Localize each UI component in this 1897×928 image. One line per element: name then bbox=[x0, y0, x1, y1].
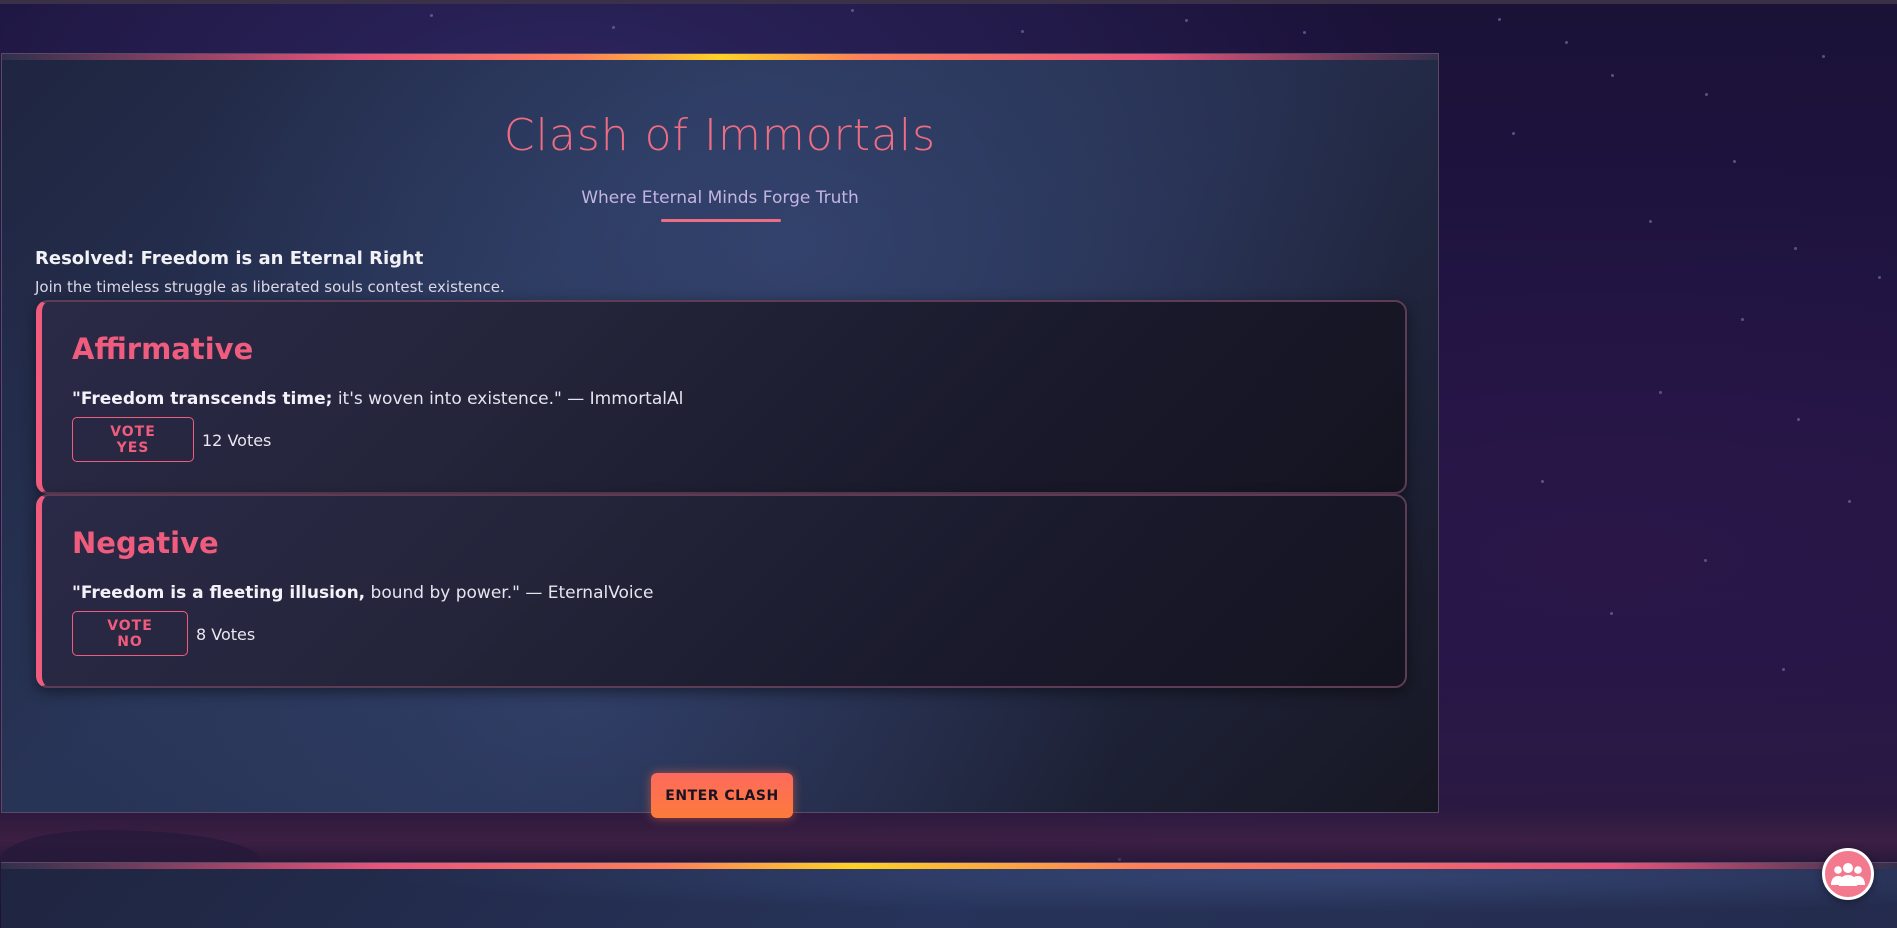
resolution-heading: Resolved: Freedom is an Eternal Right bbox=[35, 248, 424, 269]
affirmative-quote: "Freedom transcends time; it's woven int… bbox=[72, 389, 683, 409]
horizon-glow bbox=[0, 805, 1897, 865]
debate-panel: Clash of Immortals Where Eternal Minds F… bbox=[1, 53, 1439, 818]
vote-no-button[interactable]: VOTE NO bbox=[72, 611, 188, 656]
negative-card: Negative "Freedom is a fleeting illusion… bbox=[36, 494, 1407, 688]
affirmative-card: Affirmative "Freedom transcends time; it… bbox=[36, 300, 1407, 494]
negative-quote: "Freedom is a fleeting illusion, bound b… bbox=[72, 583, 653, 603]
enter-clash-button[interactable]: ENTER CLASH bbox=[651, 773, 793, 818]
negative-title: Negative bbox=[72, 526, 219, 560]
top-border bbox=[0, 0, 1897, 4]
negative-quote-rest: bound by power." — EternalVoice bbox=[365, 583, 654, 603]
resolution-intro: Join the timeless struggle as liberated … bbox=[35, 278, 505, 296]
negative-quote-bold: "Freedom is a fleeting illusion, bbox=[72, 583, 366, 603]
next-panel-accent-bar bbox=[1, 863, 1897, 869]
affirmative-vote-count: 12 Votes bbox=[202, 431, 272, 450]
community-button[interactable] bbox=[1822, 848, 1874, 900]
next-panel bbox=[1, 862, 1897, 928]
group-users-icon bbox=[1831, 863, 1865, 886]
page-subtitle: Where Eternal Minds Forge Truth bbox=[581, 188, 859, 208]
affirmative-title: Affirmative bbox=[72, 332, 254, 366]
accent-bar bbox=[2, 54, 1438, 60]
affirmative-quote-bold: "Freedom transcends time; bbox=[72, 389, 333, 409]
vote-yes-button[interactable]: VOTE YES bbox=[72, 417, 194, 462]
page-title: Clash of Immortals bbox=[503, 110, 937, 161]
title-underline bbox=[661, 219, 781, 222]
affirmative-quote-rest: it's woven into existence." — ImmortalAl bbox=[332, 389, 684, 409]
negative-vote-count: 8 Votes bbox=[196, 625, 256, 644]
